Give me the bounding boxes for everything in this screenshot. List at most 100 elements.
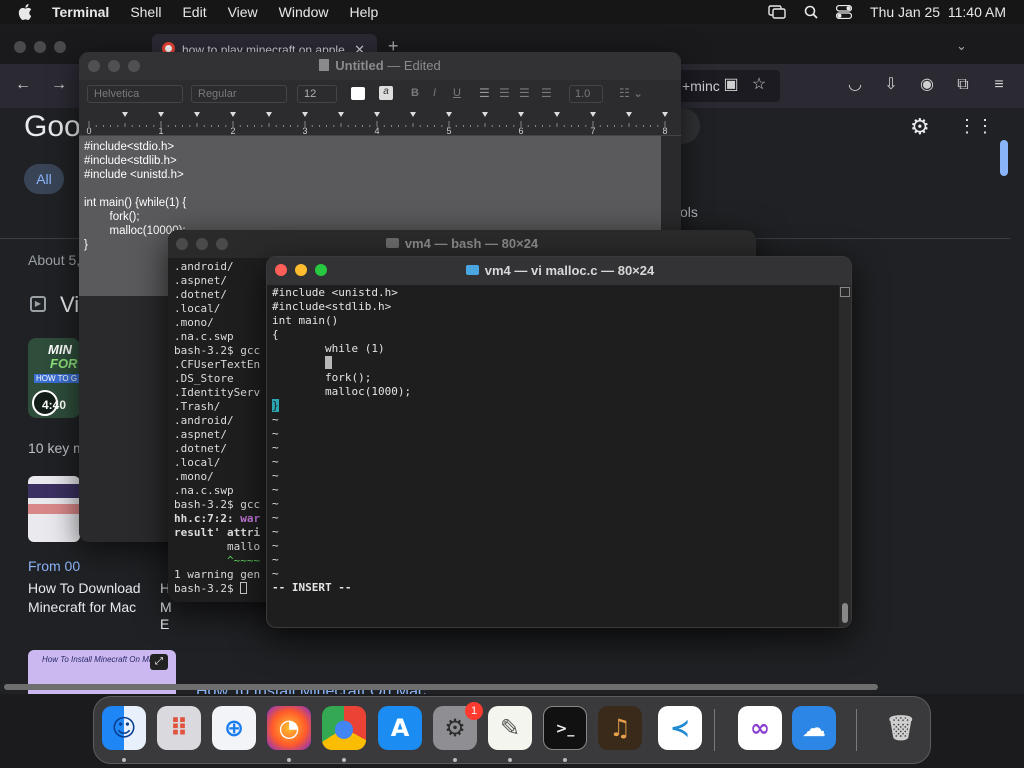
bold-button[interactable]: B — [411, 87, 419, 99]
vi-scroll-thumb[interactable] — [842, 603, 848, 623]
bash-zoom-button[interactable] — [216, 238, 228, 250]
key-moment-thumbnail[interactable] — [28, 476, 80, 542]
tab-stop-marker[interactable] — [482, 112, 488, 117]
vi-zoom-button[interactable] — [315, 264, 327, 276]
vi-scrollbar[interactable] — [839, 285, 851, 627]
extensions-icon[interactable]: ⧉ — [954, 76, 972, 94]
textedit-titlebar[interactable]: Untitled — Edited — [79, 52, 681, 80]
text-color-swatch[interactable] — [351, 87, 365, 100]
video-thumbnail[interactable]: MIN FOR HOW TO G 4:40 — [28, 338, 80, 418]
filter-all-chip[interactable]: All — [24, 164, 64, 194]
reader-view-icon[interactable]: ▣ — [722, 76, 740, 94]
downloads-icon[interactable]: ⇩ — [882, 76, 900, 94]
launchpad-icon[interactable]: ⠿ — [157, 706, 201, 750]
menu-shell[interactable]: Shell — [130, 4, 161, 20]
menu-window[interactable]: Window — [279, 4, 329, 20]
result-title-line2[interactable]: Minecraft for Mac — [28, 599, 136, 615]
scrollbar-thumb[interactable] — [1000, 140, 1008, 176]
tab-stop-marker[interactable] — [302, 112, 308, 117]
trash-icon[interactable]: 🗑 — [879, 706, 923, 750]
terminal-icon[interactable]: >_ — [543, 706, 587, 750]
chrome-icon[interactable]: ● — [322, 706, 366, 750]
bash-minimize-button[interactable] — [196, 238, 208, 250]
safari-icon[interactable]: ⊕ — [212, 706, 256, 750]
tab-stop-marker[interactable] — [266, 112, 272, 117]
menubar-clock[interactable]: Thu Jan 25 11:40 AM — [870, 4, 1006, 20]
google-logo[interactable]: Goo — [24, 110, 81, 144]
tab-stop-marker[interactable] — [590, 112, 596, 117]
tab-stop-marker[interactable] — [374, 112, 380, 117]
tab-stop-marker[interactable] — [518, 112, 524, 117]
vi-close-button[interactable] — [275, 264, 287, 276]
google-apps-grid-icon[interactable]: ⋮⋮ — [958, 116, 994, 137]
textedit-icon[interactable]: ✎ — [488, 706, 532, 750]
bash-close-button[interactable] — [176, 238, 188, 250]
tab-stop-marker[interactable] — [446, 112, 452, 117]
result-title-line1[interactable]: How To Download — [28, 580, 141, 596]
forward-arrow-icon[interactable]: → — [50, 76, 68, 94]
result2-fragment-2[interactable]: M — [160, 599, 172, 615]
highlight-color-icon[interactable]: a — [379, 86, 393, 100]
terminal-vi-window[interactable]: vm4 — vi malloc.c — 80×24 #include <unis… — [266, 256, 852, 628]
pocket-icon[interactable]: ◡ — [846, 76, 864, 94]
split-view-icon[interactable] — [840, 287, 850, 297]
textedit-zoom-button[interactable] — [128, 60, 140, 72]
textedit-minimize-button[interactable] — [108, 60, 120, 72]
italic-button[interactable]: I — [433, 87, 436, 99]
visual-studio-icon[interactable]: ∞ — [738, 706, 782, 750]
font-family-select[interactable]: Helvetica — [87, 85, 183, 103]
bash-titlebar[interactable]: vm4 — bash — 80×24 — [168, 230, 756, 258]
vi-titlebar[interactable]: vm4 — vi malloc.c — 80×24 — [267, 257, 851, 285]
vscode-icon[interactable]: ≺ — [658, 706, 702, 750]
align-center-icon[interactable]: ☰ — [499, 86, 510, 100]
font-size-select[interactable]: 12 — [297, 85, 337, 103]
menu-help[interactable]: Help — [349, 4, 378, 20]
finder-icon[interactable]: ☺ — [102, 706, 146, 750]
instruments-icon[interactable]: ♫ — [598, 706, 642, 750]
apple-menu-icon[interactable] — [18, 4, 32, 20]
tab-stop-marker[interactable] — [410, 112, 416, 117]
browser-zoom-button[interactable] — [54, 41, 66, 53]
settings-gear-icon[interactable]: ⚙ — [910, 114, 930, 140]
tab-stop-marker[interactable] — [626, 112, 632, 117]
hamburger-menu-icon[interactable]: ≡ — [990, 76, 1008, 94]
back-arrow-icon[interactable]: ← — [14, 76, 32, 94]
align-justify-icon[interactable]: ☰ — [541, 86, 552, 100]
vi-minimize-button[interactable] — [295, 264, 307, 276]
textedit-close-button[interactable] — [88, 60, 100, 72]
menu-view[interactable]: View — [228, 4, 258, 20]
bash-output[interactable]: .android/.aspnet/.dotnet/.local/.mono/.n… — [174, 260, 260, 596]
weather-icon[interactable]: ☁ — [792, 706, 836, 750]
tab-stop-marker[interactable] — [554, 112, 560, 117]
line-spacing-select[interactable]: 1.0 — [569, 85, 603, 103]
underline-button[interactable]: U — [453, 87, 461, 99]
bookmark-star-icon[interactable]: ☆ — [750, 76, 768, 94]
vi-editor-buffer[interactable]: #include <unistd.h> #include<stdlib.h> int… — [272, 286, 411, 595]
from-timestamp[interactable]: From 00 — [28, 558, 80, 574]
app-store-icon[interactable]: A — [378, 706, 422, 750]
tab-stop-marker[interactable] — [662, 112, 668, 117]
account-icon[interactable]: ◉ — [918, 76, 936, 94]
align-right-icon[interactable]: ☰ — [519, 86, 530, 100]
screen-mirroring-icon[interactable] — [768, 5, 786, 19]
tab-stop-marker[interactable] — [122, 112, 128, 117]
tab-stop-marker[interactable] — [338, 112, 344, 117]
result2-fragment-3[interactable]: E — [160, 616, 169, 632]
spotlight-search-icon[interactable] — [804, 5, 818, 19]
list-style-icon[interactable]: ☷ ⌄ — [619, 86, 643, 100]
font-style-select[interactable]: Regular — [191, 85, 287, 103]
horizontal-scrollbar[interactable] — [4, 684, 878, 690]
firefox-icon[interactable]: ◔ — [267, 706, 311, 750]
browser-minimize-button[interactable] — [34, 41, 46, 53]
control-center-icon[interactable] — [836, 5, 853, 19]
tab-stop-marker[interactable] — [194, 112, 200, 117]
align-left-icon[interactable]: ☰ — [479, 86, 490, 100]
menu-app-name[interactable]: Terminal — [52, 4, 109, 20]
browser-close-button[interactable] — [14, 41, 26, 53]
menu-edit[interactable]: Edit — [182, 4, 206, 20]
tab-stop-marker[interactable] — [158, 112, 164, 117]
tab-stop-marker[interactable] — [230, 112, 236, 117]
tools-filter[interactable]: ols — [680, 204, 698, 220]
expand-icon[interactable]: ⤢ — [150, 654, 168, 670]
tab-list-chevron-icon[interactable]: ⌄ — [956, 38, 967, 54]
